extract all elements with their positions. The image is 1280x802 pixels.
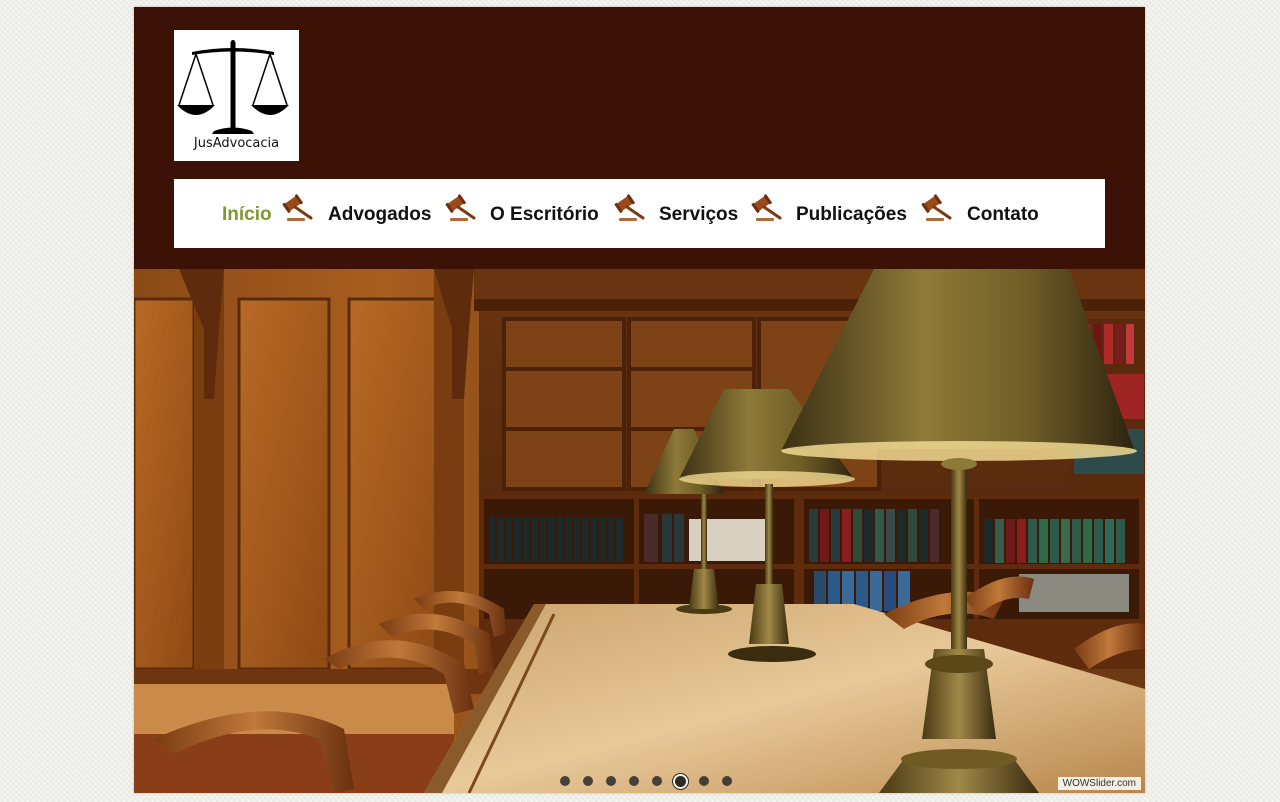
- nav-item-inicio[interactable]: Início: [222, 204, 272, 226]
- slider-dot[interactable]: [699, 776, 709, 786]
- slider-credit-link[interactable]: WOWSlider.com: [1057, 777, 1141, 790]
- slide-image: [134, 269, 1145, 793]
- nav-item-advogados[interactable]: Advogados: [328, 204, 431, 226]
- main-nav: Início Advogados O Escritório Serviços P…: [174, 179, 1105, 248]
- site-header: JusAdvocacia Início Advogados O Escritór…: [134, 7, 1145, 269]
- slider-dot[interactable]: [722, 776, 732, 786]
- slider-dot-active[interactable]: [675, 775, 686, 787]
- nav-item-publicacoes[interactable]: Publicações: [796, 204, 907, 226]
- slider-dot[interactable]: [583, 776, 593, 786]
- gavel-icon: [614, 194, 645, 221]
- gavel-icon: [282, 194, 313, 221]
- gavel-icon: [445, 194, 476, 221]
- gavel-icon: [921, 194, 952, 221]
- slider-dot[interactable]: [606, 776, 616, 786]
- slider-dot[interactable]: [629, 776, 639, 786]
- image-slider[interactable]: WOWSlider.com: [134, 269, 1145, 793]
- gavel-icon: [751, 194, 782, 221]
- scales-of-justice-icon: [177, 40, 289, 134]
- nav-item-servicos[interactable]: Serviços: [659, 204, 738, 226]
- nav-item-contato[interactable]: Contato: [967, 204, 1039, 226]
- site-logo[interactable]: JusAdvocacia: [174, 30, 299, 161]
- slider-pagination: [560, 775, 745, 787]
- page-container: JusAdvocacia Início Advogados O Escritór…: [134, 7, 1145, 793]
- logo-text: JusAdvocacia: [193, 136, 280, 151]
- nav-item-o-escritorio[interactable]: O Escritório: [490, 204, 599, 226]
- slider-dot[interactable]: [560, 776, 570, 786]
- slider-dot[interactable]: [652, 776, 662, 786]
